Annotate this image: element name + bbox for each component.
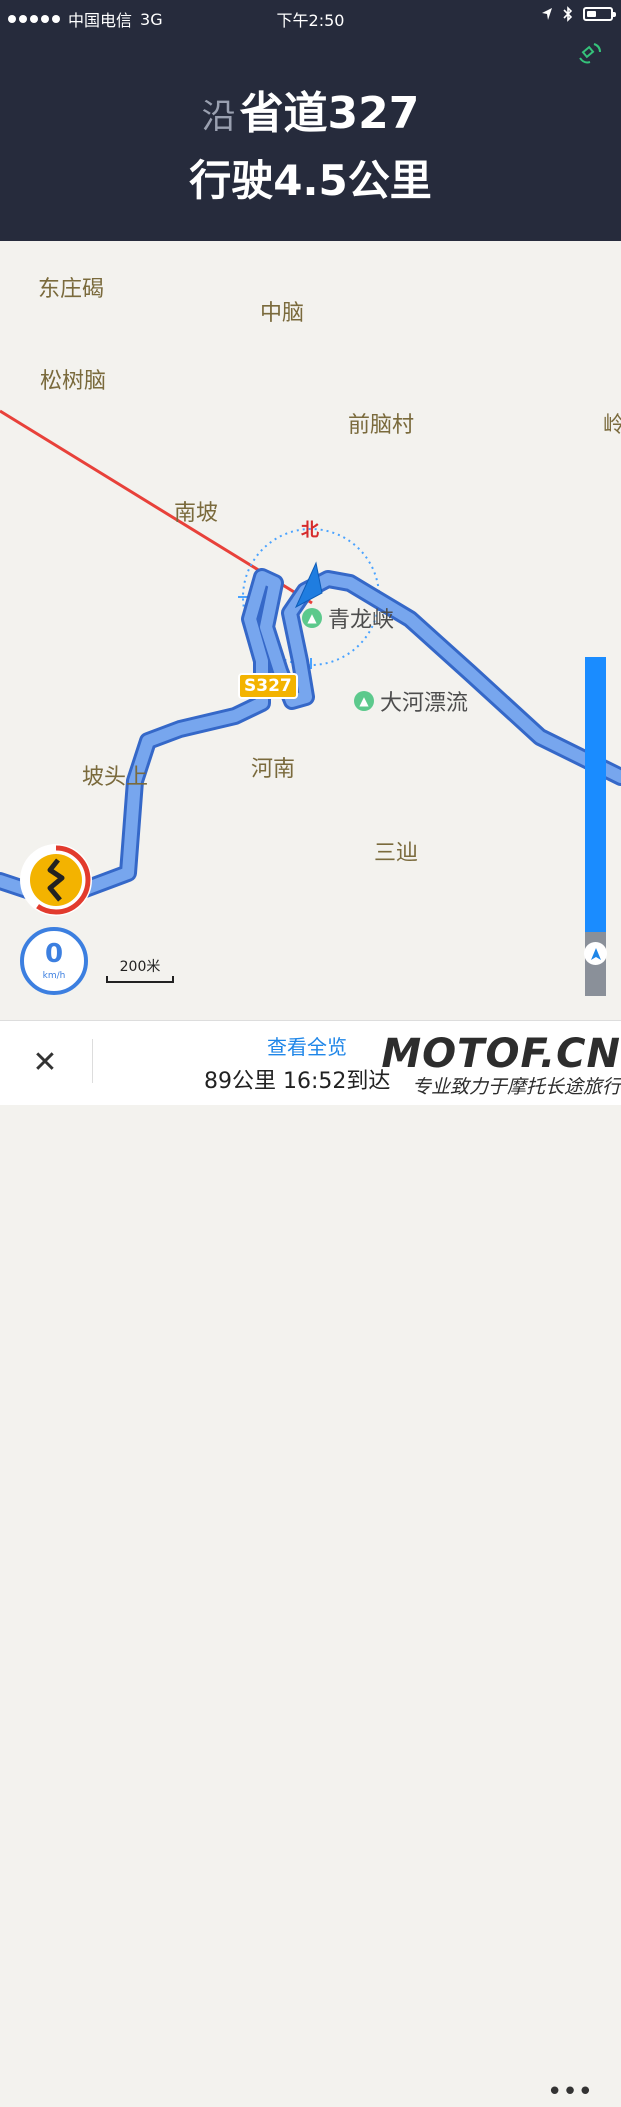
road-prefix: 沿 (201, 97, 236, 137)
speed-value: 0 (44, 939, 64, 969)
distance-instruction: 行驶4.5公里 (189, 156, 432, 205)
poi-label: 青龙峡 (328, 608, 395, 633)
navigation-arrow-icon (590, 947, 601, 960)
place-label: 坡头上 (82, 765, 149, 790)
road-shield: S327 (238, 673, 298, 699)
place-label: 南坡 (174, 501, 219, 526)
poi-label: 大河漂流 (380, 691, 469, 716)
location-arrow-icon (542, 8, 552, 20)
eta-label: 89公里 16:52到达 (204, 1069, 391, 1094)
road-name: 省道327 (239, 88, 420, 139)
current-position-marker (584, 942, 607, 965)
speed-unit: km/h (42, 971, 66, 981)
navigation-header: 沿省道327 行驶4.5公里 (0, 33, 621, 241)
place-label: 东庄碣 (38, 277, 105, 302)
gps-satellite-icon[interactable] (575, 39, 605, 69)
place-label: 中脑 (260, 301, 305, 326)
winding-road-warning-icon (20, 844, 92, 916)
poi-scenic-icon: ▲ (354, 691, 374, 711)
place-label: 河南 (251, 757, 296, 782)
scale-label: 200米 (119, 959, 161, 975)
place-label: 前脑村 (348, 413, 415, 438)
overview-button[interactable]: 查看全览 (267, 1031, 347, 1060)
poi-qinglongxia[interactable]: ▲ 青龙峡 (302, 602, 394, 634)
watermark: MOTOF.CN 专业致力于摩托长途旅行 (381, 1032, 621, 1099)
compass-north-label: 北 (301, 520, 319, 541)
road-instruction: 沿省道327 (0, 77, 621, 141)
watermark-slogan: 专业致力于摩托长途旅行 (411, 1076, 621, 1098)
bluetooth-icon (563, 6, 573, 22)
more-menu-icon[interactable]: ••• (547, 2077, 593, 2107)
poi-dahe-rafting[interactable]: ▲ 大河漂流 (354, 685, 468, 717)
place-label: 松树脑 (40, 369, 107, 394)
close-icon[interactable]: ✕ (28, 1045, 62, 1080)
battery-icon (583, 7, 616, 21)
speedometer: 0 km/h (20, 927, 88, 995)
route-progress-bar (584, 657, 607, 996)
map-view[interactable]: 东庄碣 中脑 松树脑 前脑村 岭 南坡 坡头上 河南 三辿 ▲ 青龙峡 ▲ 大河… (0, 241, 621, 1020)
status-bar: 中国电信 3G 下午2:50 (0, 0, 621, 33)
place-label: 岭 (603, 413, 621, 438)
watermark-brand: MOTOF.CN (381, 1031, 621, 1077)
clock: 下午2:50 (276, 11, 345, 30)
place-label: 三辿 (374, 841, 419, 866)
poi-scenic-icon: ▲ (302, 608, 322, 628)
map-scale: 200米 (106, 956, 174, 983)
